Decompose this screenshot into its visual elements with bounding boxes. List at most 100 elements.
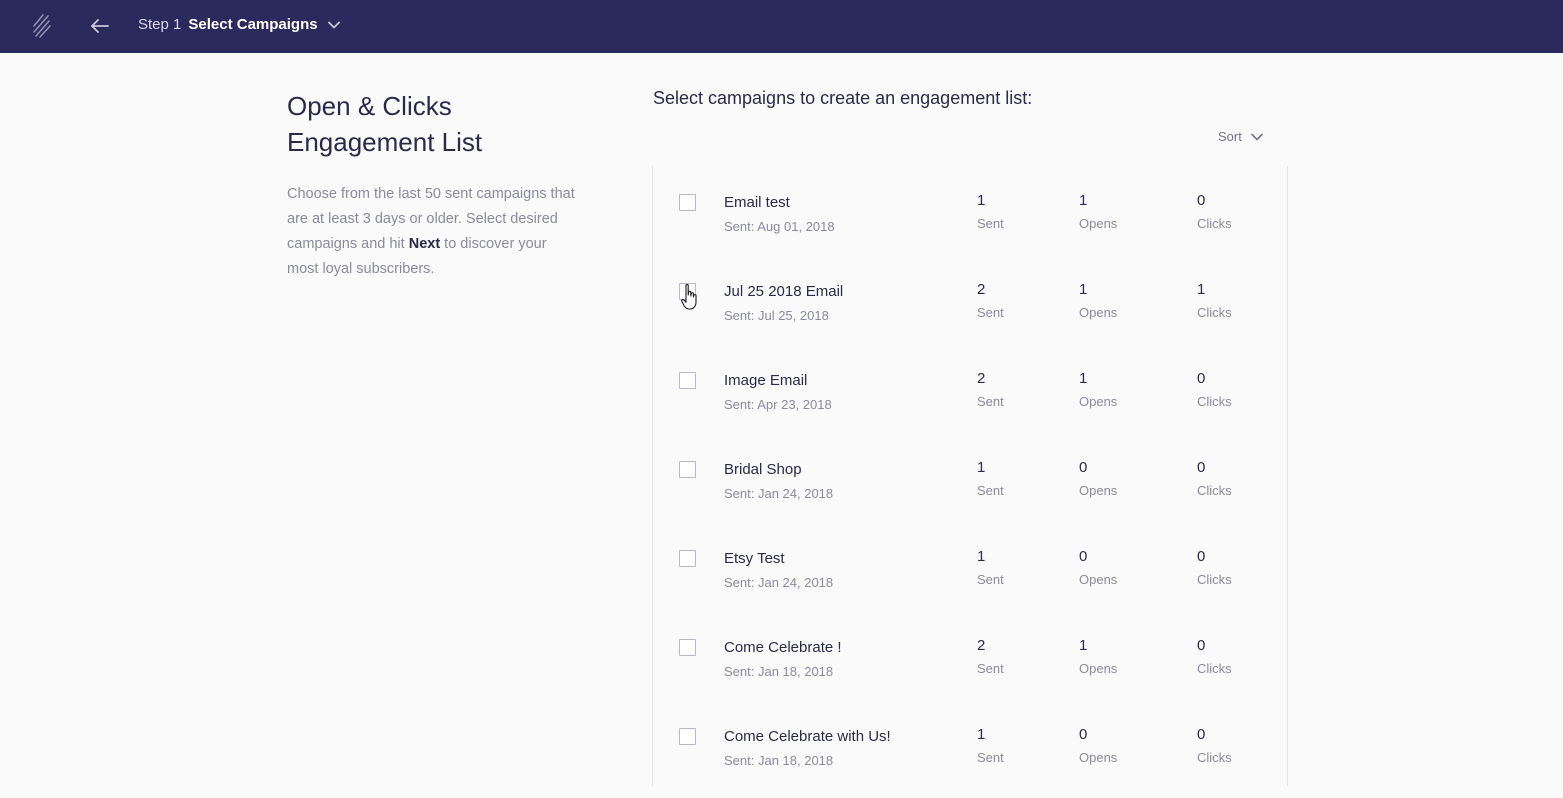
clicks-stat: 0 Clicks bbox=[1197, 459, 1232, 498]
opens-value: 0 bbox=[1079, 548, 1088, 565]
sent-stat: 2 Sent bbox=[977, 637, 1004, 676]
clicks-label: Clicks bbox=[1197, 750, 1232, 765]
clicks-label: Clicks bbox=[1197, 305, 1232, 320]
campaign-row[interactable]: Etsy Test Sent: Jan 24, 2018 1 Sent 0 Open… bbox=[653, 531, 1287, 620]
sent-value: 1 bbox=[977, 459, 986, 476]
opens-stat: 0 Opens bbox=[1079, 726, 1117, 765]
sent-label: Sent bbox=[977, 572, 1004, 587]
campaign-row[interactable]: Image Email Sent: Apr 23, 2018 2 Sent 1 Op… bbox=[653, 353, 1287, 442]
campaign-checkbox[interactable] bbox=[679, 728, 696, 745]
top-bar: Step 1 Select Campaigns bbox=[0, 0, 1563, 53]
sent-stat: 2 Sent bbox=[977, 281, 1004, 320]
sent-label: Sent bbox=[977, 483, 1004, 498]
clicks-label: Clicks bbox=[1197, 216, 1232, 231]
campaign-name: Come Celebrate ! bbox=[724, 639, 842, 656]
campaign-checkbox[interactable] bbox=[679, 550, 696, 567]
step-number: Step 1 bbox=[138, 16, 182, 33]
campaign-name: Come Celebrate with Us! bbox=[724, 728, 891, 745]
sent-value: 2 bbox=[977, 370, 986, 387]
clicks-stat: 0 Clicks bbox=[1197, 637, 1232, 676]
opens-label: Opens bbox=[1079, 572, 1118, 587]
campaign-list[interactable]: Email test Sent: Aug 01, 2018 1 Sent 1 Ope… bbox=[652, 166, 1288, 786]
opens-value: 1 bbox=[1079, 281, 1088, 298]
campaign-sent-date: Sent: Aug 01, 2018 bbox=[724, 219, 835, 234]
clicks-value: 0 bbox=[1197, 548, 1206, 565]
step-selector[interactable]: Step 1 Select Campaigns bbox=[138, 16, 340, 33]
campaign-name: Image Email bbox=[724, 372, 808, 389]
campaign-row[interactable]: Come Celebrate ! Sent: Jan 18, 2018 2 Sen… bbox=[653, 620, 1287, 709]
campaign-checkbox[interactable] bbox=[679, 639, 696, 656]
sent-label: Sent bbox=[977, 394, 1004, 409]
opens-stat: 1 Opens bbox=[1079, 637, 1117, 676]
campaign-checkbox[interactable] bbox=[679, 194, 696, 211]
campaign-sent-date: Sent: Apr 23, 2018 bbox=[724, 397, 832, 412]
campaign-sent-date: Sent: Jan 24, 2018 bbox=[724, 575, 834, 590]
clicks-label: Clicks bbox=[1197, 394, 1232, 409]
clicks-stat: 0 Clicks bbox=[1197, 370, 1232, 409]
opens-value: 1 bbox=[1079, 637, 1088, 654]
sent-stat: 1 Sent bbox=[977, 459, 1004, 498]
sent-value: 2 bbox=[977, 281, 986, 298]
page-title: Open & Clicks Engagement List bbox=[287, 91, 483, 157]
info-panel: Open & Clicks Engagement List Choose fro… bbox=[287, 88, 577, 282]
campaign-sent-date: Sent: Jan 18, 2018 bbox=[724, 753, 834, 768]
sent-value: 2 bbox=[977, 637, 986, 654]
campaign-checkbox[interactable] bbox=[679, 461, 696, 478]
opens-label: Opens bbox=[1079, 305, 1118, 320]
opens-label: Opens bbox=[1079, 661, 1118, 676]
campaign-name: Jul 25 2018 Email bbox=[724, 283, 844, 300]
sent-label: Sent bbox=[977, 661, 1004, 676]
campaign-row[interactable]: Jul 25 2018 Email Sent: Jul 25, 2018 2 Se… bbox=[653, 264, 1287, 353]
campaign-sent-date: Sent: Jan 24, 2018 bbox=[724, 486, 834, 501]
sort-dropdown[interactable]: Sort bbox=[1218, 129, 1263, 144]
sent-stat: 1 Sent bbox=[977, 192, 1004, 231]
campaigns-heading: Select campaigns to create an engagement… bbox=[653, 88, 1033, 108]
sent-value: 1 bbox=[977, 726, 986, 743]
campaign-row[interactable]: Bridal Shop Sent: Jan 24, 2018 1 Sent 0 Op… bbox=[653, 442, 1287, 531]
clicks-stat: 1 Clicks bbox=[1197, 281, 1232, 320]
clicks-value: 1 bbox=[1197, 281, 1206, 298]
clicks-label: Clicks bbox=[1197, 572, 1232, 587]
campaign-row[interactable]: Email test Sent: Aug 01, 2018 1 Sent 1 Ope… bbox=[653, 175, 1287, 264]
sent-label: Sent bbox=[977, 750, 1004, 765]
back-arrow-icon[interactable] bbox=[89, 16, 111, 36]
clicks-value: 0 bbox=[1197, 637, 1206, 654]
description-next-bold: Next bbox=[408, 236, 441, 252]
page-description: Choose from the last 50 sent campaigns t… bbox=[287, 182, 577, 282]
sent-value: 1 bbox=[977, 192, 986, 209]
opens-value: 1 bbox=[1079, 370, 1088, 387]
clicks-label: Clicks bbox=[1197, 661, 1232, 676]
opens-label: Opens bbox=[1079, 750, 1118, 765]
campaign-checkbox[interactable] bbox=[679, 283, 696, 300]
chevron-down-icon bbox=[327, 21, 340, 28]
clicks-value: 0 bbox=[1197, 459, 1206, 476]
opens-label: Opens bbox=[1079, 394, 1118, 409]
sort-label: Sort bbox=[1218, 129, 1242, 144]
sent-value: 1 bbox=[977, 548, 986, 565]
campaign-checkbox[interactable] bbox=[679, 372, 696, 389]
clicks-stat: 0 Clicks bbox=[1197, 548, 1232, 587]
opens-label: Opens bbox=[1079, 216, 1118, 231]
campaign-name: Etsy Test bbox=[724, 550, 785, 567]
logo-icon[interactable] bbox=[30, 13, 54, 39]
opens-label: Opens bbox=[1079, 483, 1118, 498]
sent-stat: 2 Sent bbox=[977, 370, 1004, 409]
opens-stat: 1 Opens bbox=[1079, 192, 1117, 231]
sent-label: Sent bbox=[977, 305, 1004, 320]
step-title: Select Campaigns bbox=[188, 16, 318, 33]
campaign-sent-date: Sent: Jul 25, 2018 bbox=[724, 308, 829, 323]
sent-label: Sent bbox=[977, 216, 1004, 231]
campaign-sent-date: Sent: Jan 18, 2018 bbox=[724, 664, 834, 679]
clicks-value: 0 bbox=[1197, 726, 1206, 743]
opens-value: 0 bbox=[1079, 459, 1088, 476]
campaign-row[interactable]: Come Celebrate with Us! Sent: Jan 18, 20… bbox=[653, 709, 1287, 798]
chevron-down-icon bbox=[1251, 133, 1263, 140]
sent-stat: 1 Sent bbox=[977, 726, 1004, 765]
opens-stat: 0 Opens bbox=[1079, 548, 1117, 587]
sent-stat: 1 Sent bbox=[977, 548, 1004, 587]
clicks-stat: 0 Clicks bbox=[1197, 726, 1232, 765]
clicks-stat: 0 Clicks bbox=[1197, 192, 1232, 231]
campaign-name: Email test bbox=[724, 194, 790, 211]
clicks-value: 0 bbox=[1197, 370, 1206, 387]
opens-stat: 1 Opens bbox=[1079, 370, 1117, 409]
